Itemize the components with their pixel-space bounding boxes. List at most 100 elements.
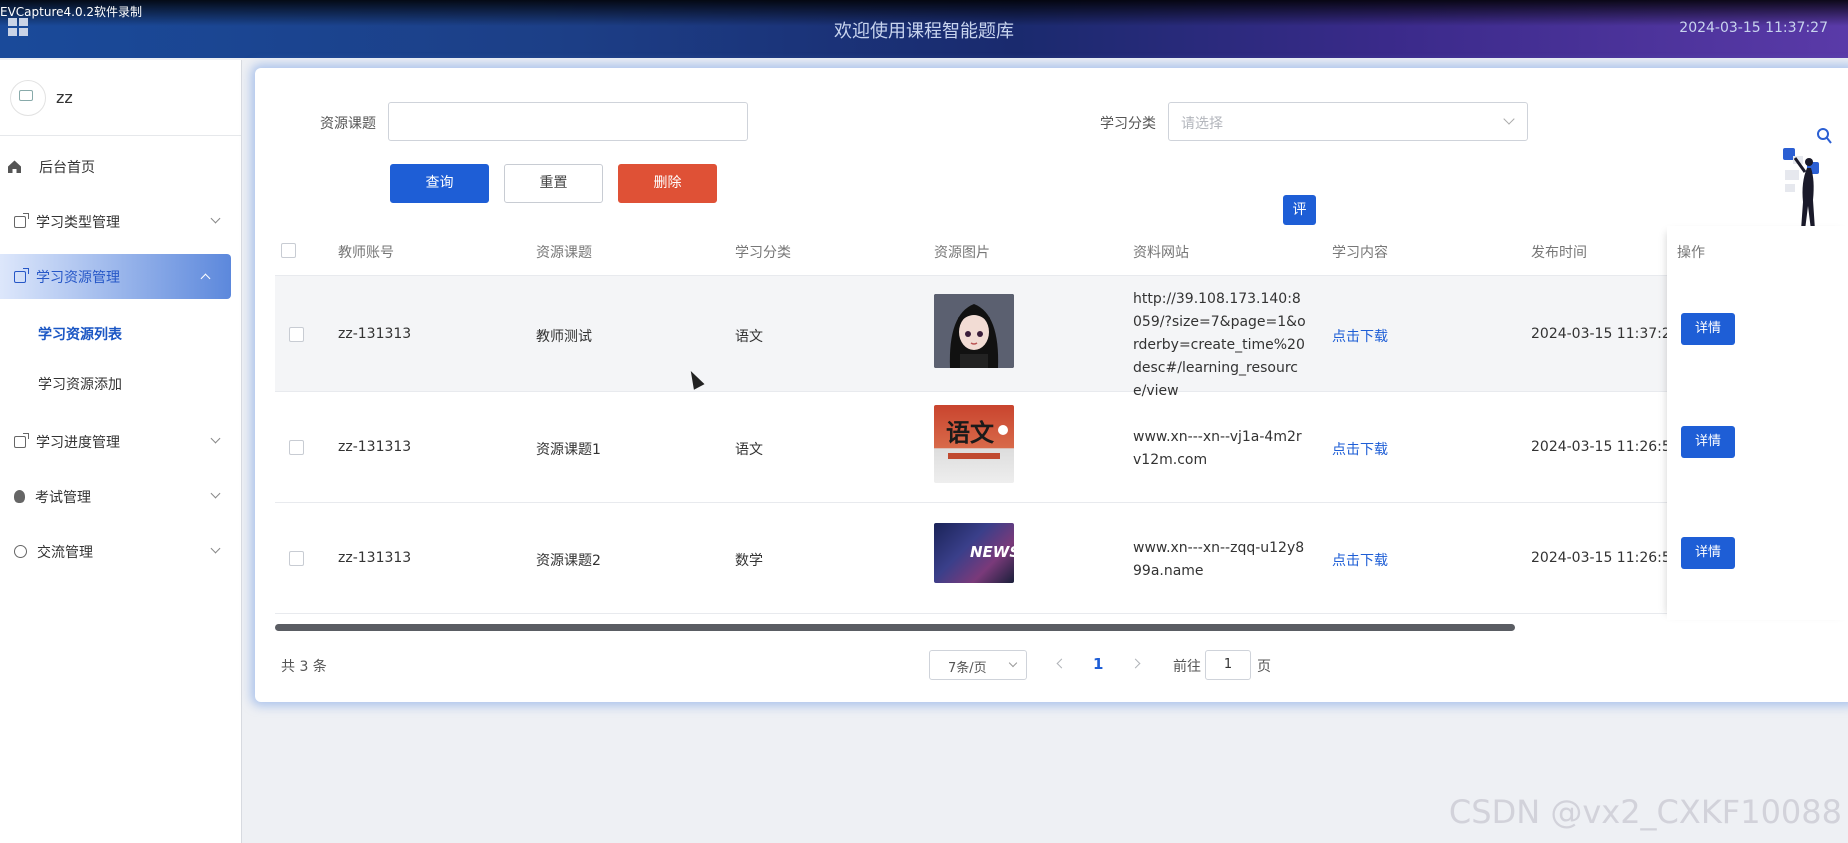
teacher-account: zz-131313 [338, 550, 412, 566]
sidebar-item-exam[interactable]: 考试管理 [0, 474, 241, 519]
scrollbar-thumb[interactable] [275, 624, 1515, 631]
teacher-account: zz-131313 [338, 439, 412, 455]
publish-time: 2024-03-15 11:26:56 [1531, 439, 1680, 455]
sidebar-subitem-resource-list[interactable]: 学习资源列表 [0, 309, 241, 359]
column-header: 学习分类 [735, 245, 791, 261]
header-clock: 2024-03-15 11:37:27 [1679, 20, 1828, 36]
query-button[interactable]: 查询 [390, 164, 489, 203]
sidebar-item-label: 考试管理 [35, 489, 91, 506]
title-label: 资源课题 [320, 116, 376, 132]
publish-time: 2024-03-15 11:37:23 [1531, 326, 1680, 342]
resource-website: www.xn---xn--vj1a-4m2rv12m.com [1133, 429, 1302, 468]
column-header: 教师账号 [338, 245, 394, 261]
chat-icon [14, 545, 27, 558]
sidebar-subitem-resource-add[interactable]: 学习资源添加 [0, 359, 241, 409]
sidebar-item-label: 后台首页 [39, 159, 95, 176]
chevron-down-icon [210, 213, 221, 224]
chevron-down-icon [210, 543, 221, 554]
avatar[interactable] [10, 79, 46, 116]
study-category: 数学 [735, 553, 763, 569]
category-label: 学习分类 [1100, 116, 1156, 132]
chevron-up-icon [200, 273, 211, 284]
table-header: 教师账号 资源课题 学习分类 资源图片 资料网站 学习内容 发布时间 [275, 226, 1848, 276]
sidebar-item-label: 学习资源管理 [36, 269, 120, 286]
resource-image[interactable]: NEWS [934, 523, 1014, 583]
resource-title: 教师测试 [536, 329, 592, 345]
column-header: 发布时间 [1531, 245, 1587, 261]
chevron-down-icon [1503, 113, 1515, 125]
sidebar-item-label: 学习类型管理 [36, 214, 120, 231]
review-button[interactable]: 评 [1283, 195, 1316, 225]
anime-girl-portrait-icon [934, 294, 1014, 368]
table-row[interactable]: zz-131313 资源课题2 数学 NEWS www.xn---xn--zqq… [275, 503, 1848, 614]
table-row[interactable]: zz-131313 资源课题1 语文 语文 www.xn---xn--vj1a-… [275, 392, 1848, 503]
resource-website: http://39.108.173.140:8059/?size=7&page=… [1133, 291, 1306, 399]
sidebar-item-communication[interactable]: 交流管理 [0, 529, 241, 574]
chevron-down-icon [1008, 658, 1018, 668]
next-page-icon[interactable] [1130, 658, 1141, 669]
detail-button[interactable]: 详情 [1681, 426, 1735, 458]
detail-button[interactable]: 详情 [1681, 313, 1735, 345]
app-title: 欢迎使用课程智能题库 [834, 21, 1014, 42]
column-header: 资源课题 [536, 245, 592, 261]
box-icon [14, 267, 29, 283]
news-banner-text: NEWS [970, 543, 1014, 561]
teacher-account: zz-131313 [338, 326, 412, 342]
main-card: 资源课题 学习分类 请选择 查询 重置 删除 评 教师账号 资源课题 学习分类 … [255, 68, 1848, 702]
goto-unit: 页 [1257, 659, 1271, 675]
row-checkbox[interactable] [289, 327, 304, 342]
reset-button[interactable]: 重置 [504, 164, 603, 203]
watermark: CSDN @vx2_CXKF10088 [1448, 793, 1842, 831]
resource-website: www.xn---xn--zqq-u12y899a.name [1133, 540, 1305, 579]
resource-title: 资源课题2 [536, 553, 601, 569]
resource-image[interactable]: 语文 [934, 405, 1014, 483]
select-all-checkbox[interactable] [281, 243, 296, 258]
bulb-icon [14, 490, 25, 503]
category-placeholder: 请选择 [1181, 116, 1223, 132]
title-input[interactable] [388, 102, 748, 141]
column-header: 资料网站 [1133, 245, 1189, 261]
goto-page-input[interactable]: 1 [1205, 650, 1251, 680]
publish-time: 2024-03-15 11:26:56 [1531, 550, 1680, 566]
search-person-illustration [1755, 128, 1845, 233]
badge-dot [998, 425, 1008, 435]
column-header: 学习内容 [1332, 245, 1388, 261]
top-header: EVCapture4.0.2软件录制 欢迎使用课程智能题库 2024-03-15… [0, 0, 1848, 58]
page-size-select[interactable]: 7条/页 [929, 650, 1027, 680]
category-select[interactable]: 请选择 [1168, 102, 1528, 141]
download-link[interactable]: 点击下载 [1332, 326, 1388, 346]
home-icon [8, 159, 29, 174]
row-checkbox[interactable] [289, 440, 304, 455]
row-checkbox[interactable] [289, 551, 304, 566]
detail-button[interactable]: 详情 [1681, 537, 1735, 569]
sidebar-item-progress[interactable]: 学习进度管理 [0, 419, 241, 464]
resource-image[interactable] [934, 294, 1014, 368]
current-page[interactable]: 1 [1093, 655, 1103, 673]
chevron-down-icon [210, 433, 221, 444]
sidebar-item-dashboard[interactable]: 后台首页 [0, 144, 241, 189]
column-header: 资源图片 [934, 245, 990, 261]
operation-column: 操作 详情 详情 详情 [1667, 226, 1848, 620]
chevron-down-icon [210, 488, 221, 499]
download-link[interactable]: 点击下载 [1332, 439, 1388, 459]
sidebar-item-label: 学习进度管理 [36, 434, 120, 451]
side-menu: 后台首页 学习类型管理 学习资源管理 学习资源列表 学习资源添加 学习进度管理 … [0, 136, 241, 574]
sidebar-item-label: 交流管理 [37, 544, 93, 561]
study-category: 语文 [735, 442, 763, 458]
sidebar: zz 后台首页 学习类型管理 学习资源管理 学习资源列表 学习资源添加 学习进度… [0, 60, 242, 843]
sidebar-item-study-resource[interactable]: 学习资源管理 [0, 254, 231, 299]
table-row[interactable]: zz-131313 教师测试 语文 http://39.108.173.140:… [275, 276, 1848, 399]
cover-stripe [948, 453, 1000, 459]
box-icon [14, 212, 29, 228]
sidebar-item-study-type[interactable]: 学习类型管理 [0, 199, 241, 244]
download-link[interactable]: 点击下载 [1332, 550, 1388, 570]
prev-page-icon[interactable] [1056, 658, 1067, 669]
username: zz [56, 88, 73, 107]
column-header: 操作 [1677, 245, 1705, 261]
textbook-cover-text: 语文 [946, 418, 994, 447]
study-category: 语文 [735, 329, 763, 345]
box-icon [14, 432, 29, 448]
delete-button[interactable]: 删除 [618, 164, 717, 203]
resource-title: 资源课题1 [536, 442, 601, 458]
page-size-value: 7条/页 [948, 661, 987, 676]
